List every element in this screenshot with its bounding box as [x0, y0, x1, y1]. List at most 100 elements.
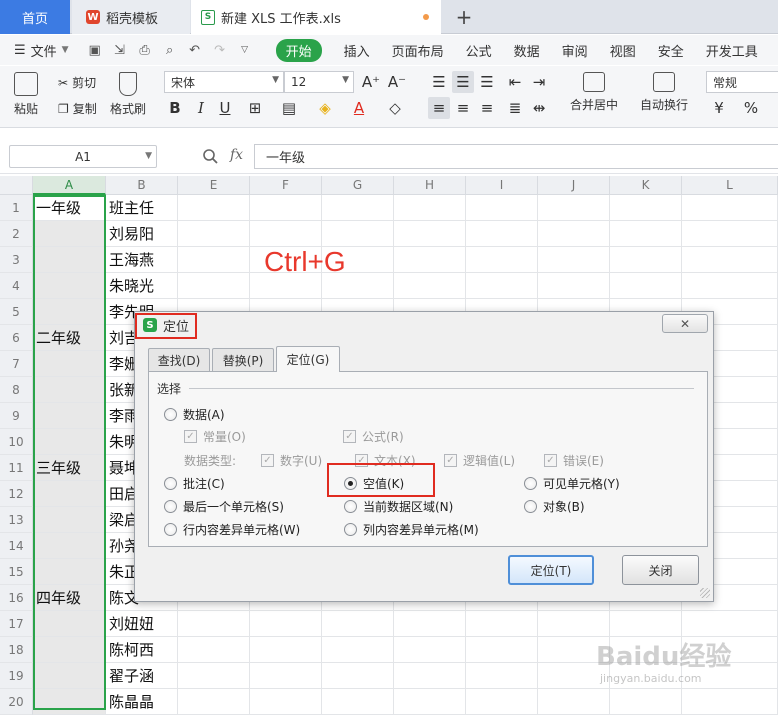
cell-empty[interactable]: [250, 689, 322, 715]
increase-font-icon[interactable]: A⁺: [360, 71, 382, 93]
row-header[interactable]: 4: [0, 273, 33, 299]
cell-b[interactable]: 刘妞妞: [106, 611, 178, 637]
cell-b[interactable]: 朱晓光: [106, 273, 178, 299]
column-header-g[interactable]: G: [322, 176, 394, 195]
font-color-icon[interactable]: A: [348, 97, 370, 119]
cell-empty[interactable]: [682, 195, 778, 221]
indent-decrease-icon[interactable]: ⇤: [504, 71, 526, 93]
copy-button[interactable]: ❐ 复制: [58, 100, 97, 117]
row-header[interactable]: 20: [0, 689, 33, 715]
row-header[interactable]: 19: [0, 663, 33, 689]
eraser-icon[interactable]: ◇: [384, 97, 406, 119]
cell-empty[interactable]: [610, 273, 682, 299]
row-header[interactable]: 17: [0, 611, 33, 637]
insert-function-icon[interactable]: fx: [230, 147, 243, 163]
export-icon[interactable]: ⇲: [110, 40, 130, 60]
align-middle-icon[interactable]: ☰: [452, 71, 474, 93]
option-data[interactable]: 数据(A): [164, 406, 225, 423]
redo-icon[interactable]: ↷: [210, 40, 230, 60]
tab-replace[interactable]: 替换(P): [212, 348, 274, 372]
cell-empty[interactable]: [466, 195, 538, 221]
menu-tab-insert[interactable]: 插入: [344, 41, 370, 60]
menu-tab-page-layout[interactable]: 页面布局: [392, 41, 444, 60]
cell-a[interactable]: [33, 533, 106, 559]
row-header[interactable]: 5: [0, 299, 33, 325]
column-header-a[interactable]: A: [33, 176, 106, 195]
option-column-differences[interactable]: 列内容差异单元格(M): [344, 521, 479, 538]
menu-tab-home[interactable]: 开始: [275, 38, 322, 62]
row-header[interactable]: 11: [0, 455, 33, 481]
row-header[interactable]: 13: [0, 507, 33, 533]
row-header[interactable]: 9: [0, 403, 33, 429]
zoom-icon[interactable]: [202, 148, 218, 164]
cell-a[interactable]: [33, 273, 106, 299]
decrease-font-icon[interactable]: A⁻: [386, 71, 408, 93]
cell-empty[interactable]: [394, 247, 466, 273]
menu-tab-view[interactable]: 视图: [610, 41, 636, 60]
cell-a[interactable]: [33, 299, 106, 325]
undo-icon[interactable]: ↶: [185, 40, 205, 60]
close-button[interactable]: 关闭: [622, 555, 699, 585]
cell-a[interactable]: [33, 611, 106, 637]
align-left-icon[interactable]: ≡: [428, 97, 450, 119]
cell-empty[interactable]: [322, 689, 394, 715]
cell-empty[interactable]: [466, 637, 538, 663]
cell-empty[interactable]: [178, 663, 250, 689]
cut-button[interactable]: ✂ 剪切: [58, 74, 96, 91]
cell-empty[interactable]: [394, 637, 466, 663]
font-name-select[interactable]: 宋体 ▼: [164, 71, 284, 93]
cell-empty[interactable]: [682, 611, 778, 637]
select-all-corner[interactable]: [0, 176, 33, 195]
cell-empty[interactable]: [322, 611, 394, 637]
resize-grip-icon[interactable]: [700, 588, 710, 598]
tab-home[interactable]: 首页: [0, 0, 70, 34]
cell-empty[interactable]: [538, 247, 610, 273]
cell-empty[interactable]: [682, 273, 778, 299]
cell-empty[interactable]: [322, 637, 394, 663]
cell-a[interactable]: [33, 637, 106, 663]
row-header[interactable]: 10: [0, 429, 33, 455]
format-painter-button[interactable]: 格式刷: [110, 72, 146, 117]
number-format-select[interactable]: 常规: [706, 71, 778, 93]
paste-button[interactable]: 粘贴: [14, 72, 38, 117]
cell-empty[interactable]: [538, 689, 610, 715]
cell-a[interactable]: [33, 429, 106, 455]
tab-document[interactable]: S 新建 XLS 工作表.xls: [191, 0, 441, 34]
align-top-icon[interactable]: ☰: [428, 71, 450, 93]
cell-empty[interactable]: [682, 247, 778, 273]
cell-style-icon[interactable]: ▤: [278, 97, 300, 119]
cell-empty[interactable]: [394, 273, 466, 299]
column-header-e[interactable]: E: [178, 176, 250, 195]
row-header[interactable]: 8: [0, 377, 33, 403]
italic-icon[interactable]: I: [190, 97, 212, 119]
cell-empty[interactable]: [178, 611, 250, 637]
cell-empty[interactable]: [538, 195, 610, 221]
row-header[interactable]: 12: [0, 481, 33, 507]
cell-empty[interactable]: [394, 195, 466, 221]
font-size-select[interactable]: 12 ▼: [284, 71, 354, 93]
cell-empty[interactable]: [466, 611, 538, 637]
cell-empty[interactable]: [322, 195, 394, 221]
cell-a[interactable]: [33, 663, 106, 689]
tab-find[interactable]: 查找(D): [148, 348, 210, 372]
cell-empty[interactable]: [178, 247, 250, 273]
cell-a[interactable]: [33, 403, 106, 429]
cell-a[interactable]: [33, 247, 106, 273]
tab-templates[interactable]: W 稻壳模板: [72, 0, 190, 34]
cell-a[interactable]: [33, 377, 106, 403]
cell-empty[interactable]: [322, 221, 394, 247]
cell-b[interactable]: 陈柯西: [106, 637, 178, 663]
align-center-icon[interactable]: ≡: [452, 97, 474, 119]
cell-a[interactable]: 四年级: [33, 585, 106, 611]
cell-a[interactable]: 三年级: [33, 455, 106, 481]
cell-a[interactable]: [33, 481, 106, 507]
justify-icon[interactable]: ≣: [504, 97, 526, 119]
column-header-j[interactable]: J: [538, 176, 610, 195]
cell-a[interactable]: [33, 351, 106, 377]
cell-empty[interactable]: [466, 247, 538, 273]
cell-empty[interactable]: [466, 221, 538, 247]
cell-empty[interactable]: [178, 273, 250, 299]
cell-empty[interactable]: [178, 195, 250, 221]
fill-color-icon[interactable]: ◈: [314, 97, 336, 119]
cell-empty[interactable]: [250, 637, 322, 663]
